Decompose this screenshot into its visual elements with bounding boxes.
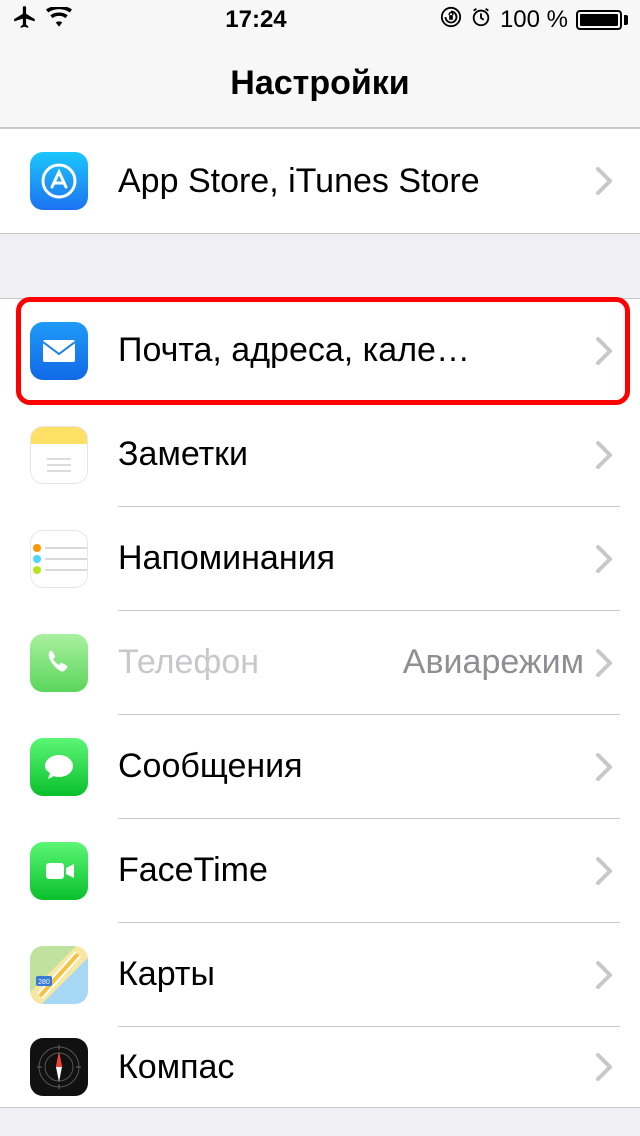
battery-icon	[576, 10, 628, 30]
row-label: Сообщения	[118, 747, 596, 786]
maps-icon: 280	[30, 946, 88, 1004]
svg-text:280: 280	[38, 979, 50, 986]
chevron-right-icon	[596, 1053, 612, 1081]
row-label: App Store, iTunes Store	[118, 162, 596, 201]
messages-icon	[30, 738, 88, 796]
row-notes[interactable]: Заметки	[0, 403, 640, 507]
chevron-right-icon	[596, 545, 612, 573]
facetime-icon	[30, 842, 88, 900]
status-time: 17:24	[72, 6, 440, 34]
rotation-lock-icon	[440, 6, 462, 35]
chevron-right-icon	[596, 441, 612, 469]
chevron-right-icon	[596, 649, 612, 677]
row-label: Заметки	[118, 435, 596, 474]
battery-percent: 100 %	[500, 6, 568, 34]
appstore-icon	[30, 152, 88, 210]
wifi-icon	[46, 6, 72, 34]
row-messages[interactable]: Сообщения	[0, 715, 640, 819]
row-detail: Авиарежим	[403, 643, 584, 682]
compass-icon	[30, 1038, 88, 1096]
row-maps[interactable]: 280 Карты	[0, 923, 640, 1027]
alarm-icon	[470, 6, 492, 35]
row-label: Карты	[118, 955, 596, 994]
row-reminders[interactable]: Напоминания	[0, 507, 640, 611]
status-bar: 17:24 100 %	[0, 0, 640, 40]
chevron-right-icon	[596, 753, 612, 781]
row-compass[interactable]: Компас	[0, 1027, 640, 1107]
chevron-right-icon	[596, 857, 612, 885]
row-appstore[interactable]: App Store, iTunes Store	[0, 129, 640, 233]
row-mail[interactable]: Почта, адреса, кале…	[0, 299, 640, 403]
phone-icon	[30, 634, 88, 692]
chevron-right-icon	[596, 337, 612, 365]
mail-icon	[30, 322, 88, 380]
chevron-right-icon	[596, 961, 612, 989]
settings-group-store: App Store, iTunes Store	[0, 128, 640, 234]
nav-bar: Настройки	[0, 40, 640, 128]
page-title: Настройки	[230, 64, 409, 103]
chevron-right-icon	[596, 167, 612, 195]
row-phone[interactable]: Телефон Авиарежим	[0, 611, 640, 715]
row-label: Компас	[118, 1048, 596, 1087]
row-label: Телефон	[118, 643, 403, 682]
reminders-icon	[30, 530, 88, 588]
row-label: Напоминания	[118, 539, 596, 578]
row-label: Почта, адреса, кале…	[118, 331, 596, 370]
settings-group-apps: Почта, адреса, кале… Заметки Напоминания	[0, 298, 640, 1108]
notes-icon	[30, 426, 88, 484]
row-label: FaceTime	[118, 851, 596, 890]
row-facetime[interactable]: FaceTime	[0, 819, 640, 923]
airplane-mode-icon	[12, 4, 38, 37]
